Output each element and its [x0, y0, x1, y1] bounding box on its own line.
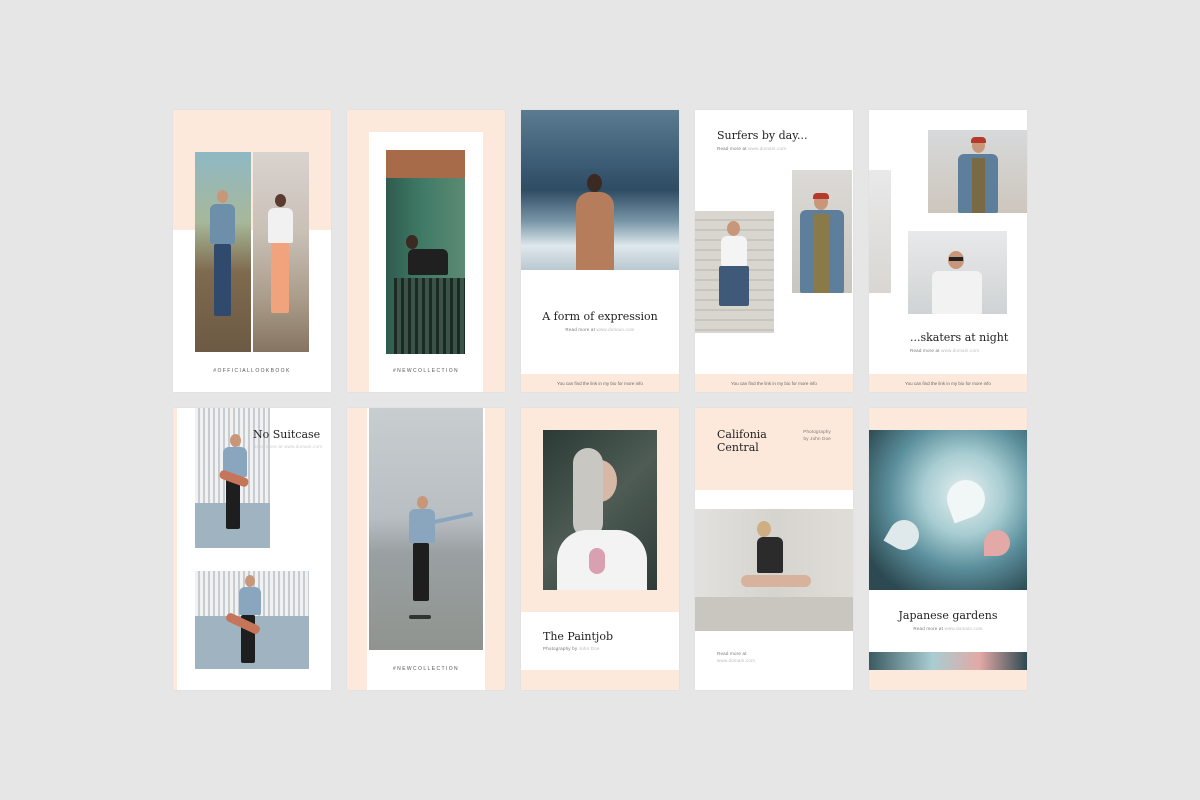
- photo-magnolia-blossoms: [869, 430, 1027, 590]
- template-card-the-paintjob[interactable]: The Paintjob Photography by John Doe: [521, 408, 679, 690]
- template-card-california-central[interactable]: Califonia Central Photography by John Do…: [695, 408, 853, 690]
- footer-note: You can find the link in my bio for more…: [521, 374, 679, 392]
- card-title-line-2: Central: [717, 441, 759, 454]
- template-card-official-lookbook[interactable]: #OFFICIALLOOKBOOK: [173, 110, 331, 392]
- photo-beach-sliver: [869, 170, 891, 293]
- domain-link[interactable]: www.domain.com: [597, 327, 635, 332]
- card-title: No Suitcase: [253, 428, 321, 441]
- card-title: ...skaters at night: [910, 331, 1009, 344]
- card-title-line-1: Califonia: [717, 428, 767, 441]
- template-card-surfers-by-day[interactable]: Surfers by day... Read more at www.domai…: [695, 110, 853, 392]
- card-title: Surfers by day...: [717, 129, 808, 142]
- domain-link[interactable]: www.domain.com: [284, 444, 322, 449]
- read-more-label: Read more at: [913, 626, 944, 631]
- photo-man-walking: [195, 152, 251, 352]
- photo-credit: Photography by John Doe: [543, 646, 600, 651]
- read-more-line: Read more at www.domain.com: [869, 626, 1027, 631]
- peach-top: [869, 408, 1027, 430]
- author-name: John Doe: [578, 646, 600, 651]
- read-more-label: Read more at: [565, 327, 596, 332]
- template-card-no-suitcase[interactable]: No Suitcase Read more at www.domain.com: [173, 408, 331, 690]
- photo-man-sunglasses: [908, 231, 1007, 314]
- photo-woman-sitting-floor: [695, 509, 853, 631]
- read-more-line: Read more at www.domain.com: [717, 146, 786, 151]
- photo-man-sitting-steps: [695, 211, 774, 333]
- read-more-label: Read more at: [910, 348, 940, 353]
- template-card-japanese-gardens[interactable]: Japanese gardens Read more at www.domain…: [869, 408, 1027, 690]
- hashtag-label: #NEWCOLLECTION: [393, 368, 459, 374]
- read-more-line: Read more at www.domain.com: [910, 348, 979, 353]
- caption-label: Photography by: [543, 646, 578, 651]
- footer-note: You can find the link in my bio for more…: [695, 374, 853, 392]
- domain-link[interactable]: www.domain.com: [748, 146, 786, 151]
- read-more-label: Read more at: [717, 651, 747, 656]
- template-card-new-collection-balcony[interactable]: #NEWCOLLECTION: [347, 110, 505, 392]
- photo-woman-painted-face: [543, 430, 657, 590]
- photo-magnolia-strip: [869, 652, 1027, 670]
- photo-credit-line-1: Photography: [803, 429, 831, 434]
- photo-woman-walking: [253, 152, 309, 352]
- peach-bottom: [521, 670, 679, 690]
- photo-man-skating-road: [369, 408, 483, 650]
- domain-link[interactable]: www.domain.com: [945, 626, 983, 631]
- hashtag-label: #NEWCOLLECTION: [393, 666, 459, 672]
- photo-credit-line-2: by John Doe: [803, 436, 831, 441]
- photo-man-ocean-waves: [521, 110, 679, 270]
- photo-man-denim-jacket: [928, 130, 1027, 213]
- read-more-label: Read more at: [717, 146, 747, 151]
- hashtag-label: #OFFICIALLOOKBOOK: [213, 368, 291, 374]
- photo-man-red-cap: [792, 170, 852, 293]
- template-card-new-collection-skater[interactable]: #NEWCOLLECTION: [347, 408, 505, 690]
- photo-man-skateboard-bottom: [195, 571, 309, 669]
- card-title: Japanese gardens: [898, 609, 998, 622]
- read-more-line: Read more at www.domain.com: [253, 444, 322, 449]
- template-card-skaters-at-night[interactable]: ...skaters at night Read more at www.dom…: [869, 110, 1027, 392]
- domain-link[interactable]: www.domain.com: [717, 658, 755, 663]
- domain-link[interactable]: www.domain.com: [941, 348, 979, 353]
- page-background: { "colors": { "background": "#e6e6e6", "…: [0, 0, 1200, 800]
- template-card-form-of-expression[interactable]: A form of expression Read more at www.do…: [521, 110, 679, 392]
- read-more-line: Read more at www.domain.com: [521, 327, 679, 332]
- peach-bottom: [869, 670, 1027, 690]
- peach-edge: [173, 408, 177, 690]
- card-title: The Paintjob: [543, 630, 613, 643]
- read-more-label: Read more at: [253, 444, 283, 449]
- card-title: A form of expression: [542, 310, 658, 323]
- photo-woman-balcony: [386, 150, 465, 354]
- footer-note: You can find the link in my bio for more…: [869, 374, 1027, 392]
